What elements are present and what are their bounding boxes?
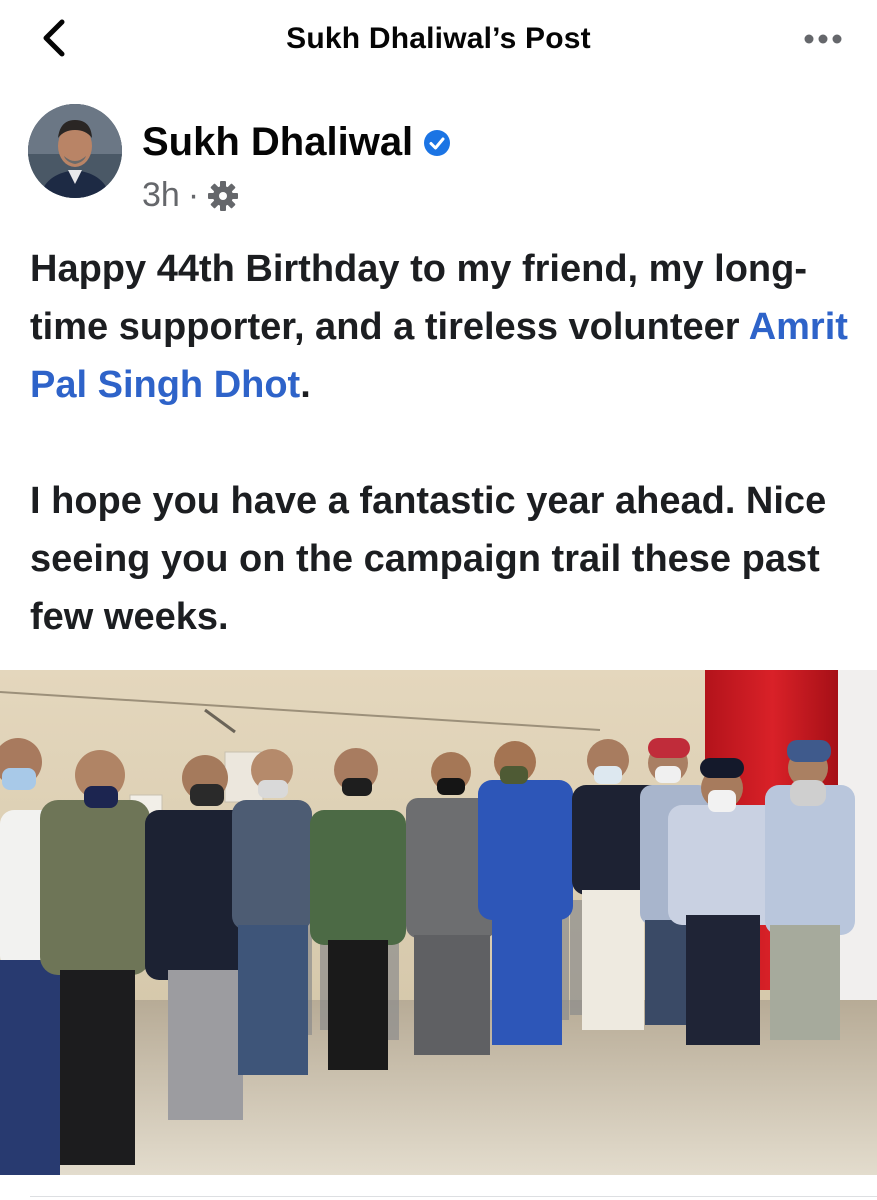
post-text-part: . — [300, 364, 311, 406]
more-options-button[interactable] — [801, 24, 845, 54]
post-meta: 3h · — [142, 176, 239, 215]
post-timestamp[interactable]: 3h — [142, 176, 180, 215]
gear-icon[interactable] — [207, 180, 239, 212]
verified-badge-icon — [424, 129, 451, 156]
author-name-link[interactable]: Sukh Dhaliwal — [142, 120, 451, 165]
meta-separator: · — [187, 176, 200, 214]
group-photo-image — [0, 670, 877, 1175]
post-photo[interactable] — [0, 670, 877, 1175]
page-title: Sukh Dhaliwal’s Post — [286, 22, 591, 55]
divider — [30, 1196, 877, 1197]
more-horizontal-icon — [804, 34, 842, 44]
post-author-row: Sukh Dhaliwal 3h · — [28, 104, 848, 214]
author-name: Sukh Dhaliwal — [142, 120, 414, 164]
post-paragraph-1: Happy 44th Birthday to my friend, my lon… — [30, 240, 850, 414]
post-body: Happy 44th Birthday to my friend, my lon… — [30, 240, 850, 646]
avatar[interactable] — [28, 104, 122, 198]
top-bar: Sukh Dhaliwal’s Post — [0, 0, 877, 80]
post-paragraph-2: I hope you have a fantastic year ahead. … — [30, 480, 827, 638]
post-text-part: Happy 44th Birthday to my friend, my lon… — [30, 248, 807, 348]
